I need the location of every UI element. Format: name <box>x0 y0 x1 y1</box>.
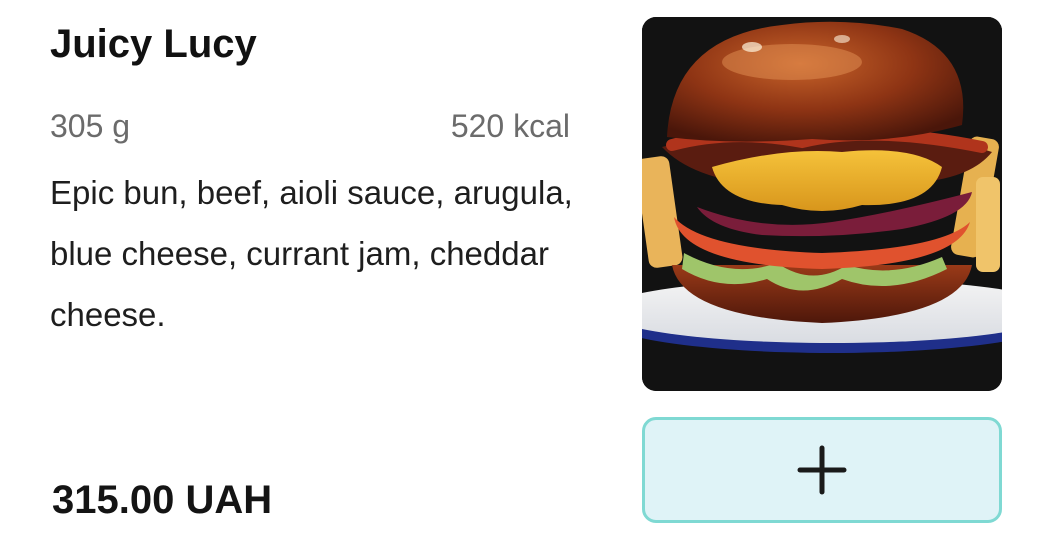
plus-icon <box>797 445 847 495</box>
item-price: 315.00 UAH <box>52 478 273 522</box>
add-to-cart-button[interactable] <box>642 417 1002 523</box>
item-calories: 520 kcal <box>450 108 570 144</box>
item-weight: 305 g <box>50 108 131 144</box>
item-description: Epic bun, beef, aioli sauce, arugula, bl… <box>50 174 573 333</box>
item-title: Juicy Lucy <box>50 22 257 66</box>
burger-photo[interactable] <box>642 17 1002 391</box>
burger-illustration <box>642 17 1002 391</box>
item-meta: 305 g 520 kcal <box>50 108 570 145</box>
menu-item-card[interactable]: Juicy Lucy 305 g 520 kcal Epic bun, beef… <box>0 0 1049 535</box>
